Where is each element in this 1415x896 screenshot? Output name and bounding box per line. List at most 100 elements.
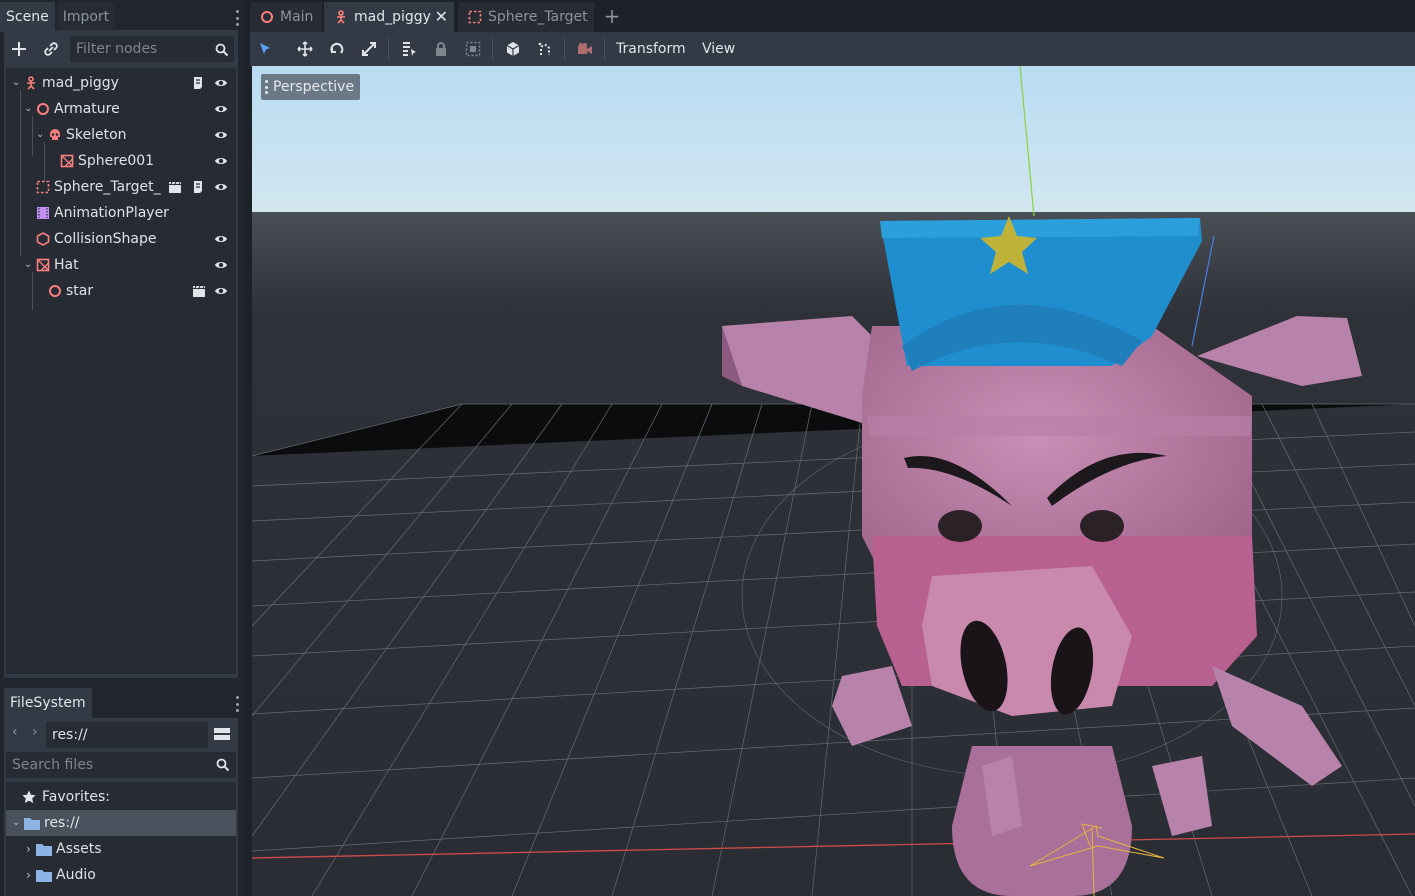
tree-row-mad-piggy[interactable]: ⌄ mad_piggy (6, 70, 236, 96)
list-select-icon (403, 42, 416, 56)
folder-row-audio[interactable]: › Audio (6, 862, 236, 888)
visibility-eye-icon[interactable] (214, 154, 228, 168)
scene-dock-tabs: Scene Import (0, 2, 244, 32)
tree-row-armature[interactable]: ⌄ Armature (6, 96, 236, 122)
tree-row-sphere001[interactable]: Sphere001 (6, 148, 236, 174)
filter-nodes-input[interactable]: Filter nodes (70, 36, 234, 62)
chevron-down-icon[interactable]: ⌄ (24, 96, 34, 122)
script-icon[interactable] (192, 180, 204, 194)
snap-magnet-icon (538, 42, 550, 55)
scene-tree: ⌄ mad_piggy ⌄ Armature ⌄ Skeleton Sphere… (6, 68, 236, 674)
filesystem-body: ‹ › res:// Search files Favorites: ⌄ res… (4, 718, 238, 896)
tree-row-label: Hat (54, 257, 79, 273)
folder-icon (24, 818, 40, 830)
tab-import[interactable]: Import (56, 2, 116, 32)
chevron-down-icon[interactable]: ⌄ (12, 810, 20, 836)
back-arrow-icon[interactable]: ‹ (12, 724, 18, 740)
plus-icon (12, 42, 26, 56)
script-icon[interactable] (192, 76, 204, 90)
tab-sphere-target[interactable]: Sphere_Target (458, 2, 594, 32)
scale-icon (362, 42, 376, 56)
camera-icon (578, 43, 592, 54)
transform-menu[interactable]: Transform (616, 32, 686, 66)
scene-tabs: Main mad_piggy ✕ Sphere_Target + (250, 0, 1415, 32)
list-view-icon[interactable] (214, 726, 230, 742)
lock-button[interactable] (430, 38, 452, 60)
chevron-down-icon[interactable]: ⌄ (12, 70, 22, 96)
mesh-instance-icon (36, 258, 50, 272)
tree-row-skeleton[interactable]: ⌄ Skeleton (6, 122, 236, 148)
select-mode-button[interactable] (254, 38, 276, 60)
visibility-eye-icon[interactable] (214, 232, 228, 246)
local-space-button[interactable] (502, 38, 524, 60)
folder-icon (36, 844, 52, 856)
open-scene-clapper-icon[interactable] (168, 180, 182, 194)
tab-scene[interactable]: Scene (0, 2, 55, 32)
visibility-eye-icon[interactable] (214, 258, 228, 272)
skeleton-figure-icon (337, 10, 345, 24)
view-menu[interactable]: View (702, 32, 735, 66)
visibility-eye-icon[interactable] (214, 102, 228, 116)
chevron-down-icon[interactable]: ⌄ (36, 122, 46, 148)
tab-filesystem[interactable]: FileSystem (4, 688, 92, 718)
tree-row-hat[interactable]: ⌄ Hat (6, 252, 236, 278)
tab-mad-piggy[interactable]: mad_piggy ✕ (324, 2, 454, 32)
favorites-row[interactable]: Favorites: (6, 784, 236, 810)
tab-label: mad_piggy (354, 9, 431, 25)
skeleton-figure-icon (27, 76, 35, 90)
chevron-right-icon[interactable]: › (26, 836, 31, 862)
tree-row-collisionshape[interactable]: CollisionShape (6, 226, 236, 252)
perspective-menu-button[interactable]: Perspective (261, 74, 361, 100)
tree-row-star[interactable]: star (6, 278, 236, 304)
dashed-box-icon (36, 180, 50, 194)
tree-row-label: Sphere001 (78, 153, 155, 169)
dock-menu-icon[interactable] (234, 10, 240, 26)
skull-icon (50, 129, 60, 140)
visibility-eye-icon[interactable] (214, 76, 228, 90)
group-icon (465, 41, 481, 57)
favorites-label: Favorites: (42, 789, 110, 805)
path-field[interactable]: res:// (46, 722, 208, 748)
spatial-icon (261, 11, 273, 23)
search-icon (216, 758, 230, 772)
drag-handle-icon (265, 80, 268, 94)
instance-scene-button[interactable] (40, 38, 62, 60)
viewport-toolbar: Transform View (250, 32, 1415, 66)
folder-label: Audio (56, 867, 96, 883)
tree-row-label: AnimationPlayer (54, 205, 169, 221)
close-icon[interactable]: ✕ (435, 2, 448, 32)
add-tab-button[interactable]: + (602, 2, 622, 32)
list-select-button[interactable] (398, 38, 420, 60)
snap-button[interactable] (534, 38, 556, 60)
tree-row-animationplayer[interactable]: AnimationPlayer (6, 200, 236, 226)
open-scene-clapper-icon[interactable] (192, 284, 206, 298)
forward-arrow-icon[interactable]: › (32, 724, 38, 740)
folder-label: Assets (56, 841, 102, 857)
chevron-right-icon[interactable]: › (26, 862, 31, 888)
add-node-button[interactable] (8, 38, 30, 60)
camera-preview-button[interactable] (574, 38, 596, 60)
tab-main[interactable]: Main (250, 2, 322, 32)
3d-viewport[interactable]: Perspective (252, 66, 1415, 896)
spatial-icon (49, 285, 61, 297)
visibility-eye-icon[interactable] (214, 128, 228, 142)
chevron-down-icon[interactable]: ⌄ (24, 252, 34, 278)
scale-mode-button[interactable] (358, 38, 380, 60)
star-icon (22, 790, 36, 803)
move-mode-button[interactable] (294, 38, 316, 60)
group-button[interactable] (462, 38, 484, 60)
tab-label: Main (280, 9, 314, 25)
rotate-mode-button[interactable] (326, 38, 348, 60)
sky (252, 66, 1415, 212)
mesh-instance-icon (60, 154, 74, 168)
search-files-input[interactable]: Search files (6, 752, 236, 778)
lock-icon (436, 42, 446, 56)
dashed-box-icon (468, 10, 482, 24)
folder-row-assets[interactable]: › Assets (6, 836, 236, 862)
visibility-eye-icon[interactable] (214, 284, 228, 298)
visibility-eye-icon[interactable] (214, 180, 228, 194)
dock-menu-icon[interactable] (234, 696, 240, 712)
folder-row-res[interactable]: ⌄ res:// (6, 810, 236, 836)
viewport-scene[interactable] (252, 66, 1415, 896)
tree-row-sphere-target[interactable]: Sphere_Target_ (6, 174, 236, 200)
